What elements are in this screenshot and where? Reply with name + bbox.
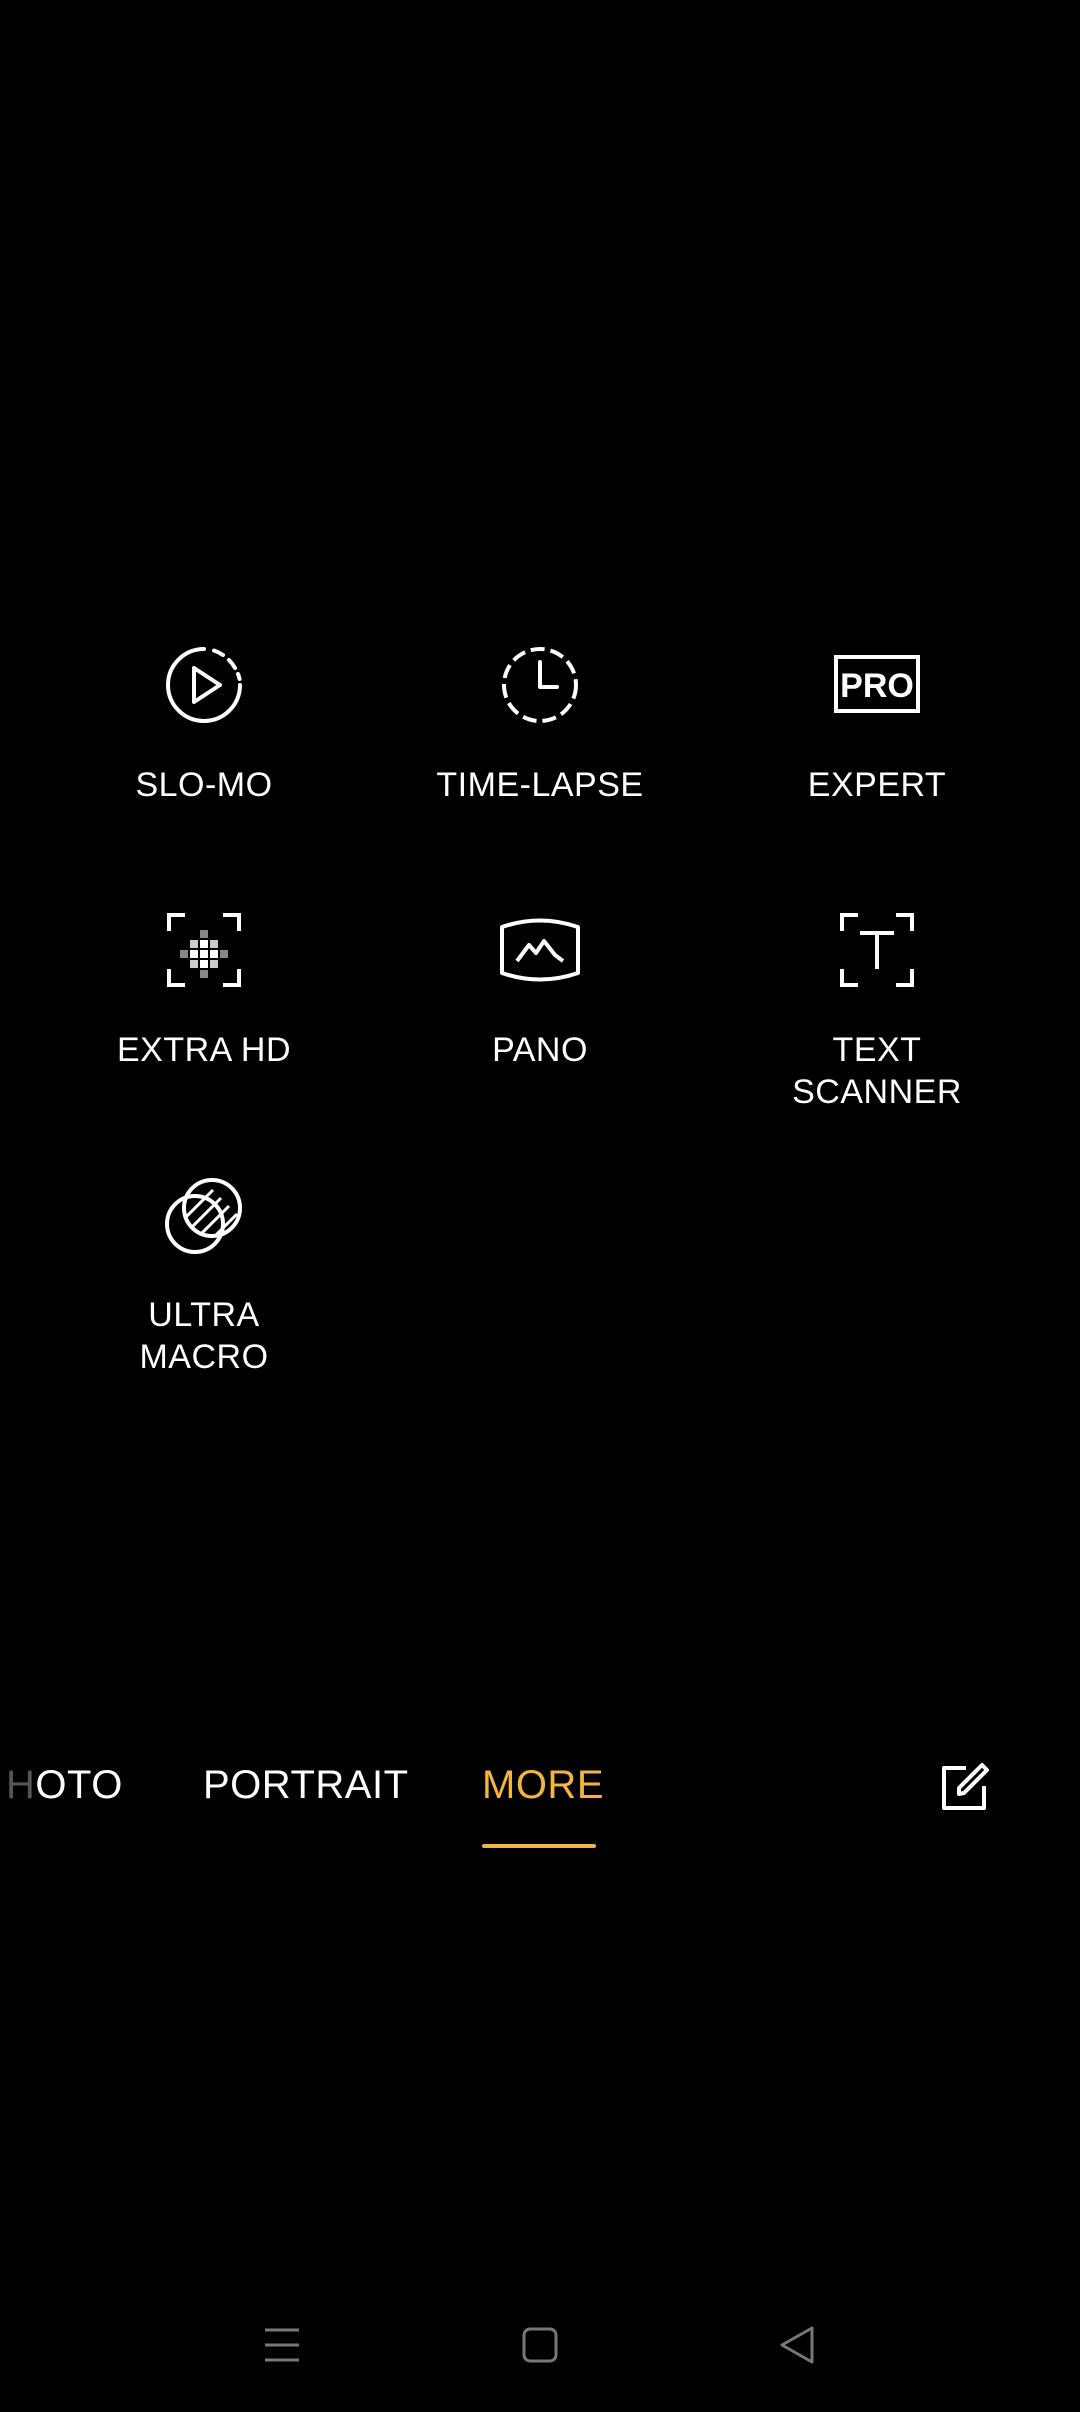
- mode-extra-hd[interactable]: EXTRA HD: [54, 905, 354, 1071]
- mode-label: TIME-LAPSE: [436, 766, 644, 804]
- back-icon: [772, 2320, 822, 2370]
- home-button[interactable]: [515, 2320, 565, 2370]
- edit-modes-button[interactable]: [936, 1760, 992, 1816]
- mode-ultra-macro[interactable]: ULTRA MACRO: [54, 1170, 354, 1378]
- tab-portrait[interactable]: PORTRAIT: [203, 1760, 409, 1810]
- mode-text-scanner[interactable]: TEXT SCANNER: [727, 905, 1027, 1113]
- pro-icon: PRO: [832, 640, 922, 730]
- selected-tab-indicator: [482, 1844, 596, 1848]
- mode-label: PANO: [492, 1031, 588, 1069]
- time-lapse-icon: [495, 640, 585, 730]
- mode-slo-mo[interactable]: SLO-MO: [54, 640, 354, 806]
- mode-expert[interactable]: PRO EXPERT: [727, 640, 1027, 806]
- mode-label: EXPERT: [807, 766, 947, 804]
- tab-photo-label: OTO: [35, 1763, 123, 1807]
- mode-label: SLO-MO: [135, 766, 273, 804]
- home-icon: [515, 2320, 565, 2370]
- slow-motion-icon: [159, 640, 249, 730]
- mode-time-lapse[interactable]: TIME-LAPSE: [390, 640, 690, 806]
- mode-label: ULTRA MACRO: [139, 1296, 269, 1376]
- mode-pano[interactable]: PANO: [390, 905, 690, 1071]
- edit-icon: [936, 1760, 992, 1816]
- mode-label: EXTRA HD: [116, 1031, 292, 1069]
- camera-mode-bar: HOTO PORTRAIT MORE: [0, 1745, 1080, 1865]
- tab-more[interactable]: MORE: [482, 1760, 604, 1810]
- recent-apps-button[interactable]: [257, 2320, 307, 2370]
- ultra-macro-icon: [159, 1170, 249, 1260]
- tab-photo[interactable]: HOTO: [6, 1760, 123, 1810]
- tab-photo-faded-letter: H: [6, 1763, 36, 1807]
- menu-icon: [257, 2320, 307, 2370]
- text-scanner-icon: [832, 905, 922, 995]
- system-navigation-bar: [0, 2300, 1080, 2390]
- back-button[interactable]: [772, 2320, 822, 2370]
- pro-icon-text: PRO: [840, 667, 914, 705]
- mode-label: TEXT SCANNER: [792, 1031, 962, 1111]
- panorama-icon: [495, 905, 585, 995]
- extra-hd-icon: [159, 905, 249, 995]
